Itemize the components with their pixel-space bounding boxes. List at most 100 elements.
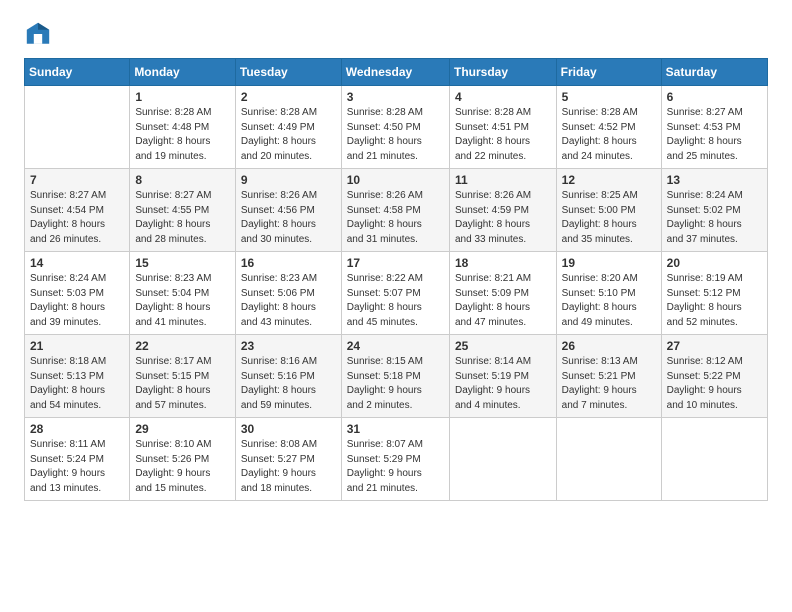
day-cell: 10 Sunrise: 8:26 AM Sunset: 4:58 PM Dayli… [341,169,449,252]
day-info: Sunrise: 8:12 AM Sunset: 5:22 PM Dayligh… [667,355,762,413]
day-info: Sunrise: 8:14 AM Sunset: 5:19 PM Dayligh… [455,355,551,413]
day-info: Sunrise: 8:20 AM Sunset: 5:10 PM Dayligh… [562,272,656,330]
day-number: 1 [135,90,230,104]
day-number: 21 [30,339,124,353]
day-cell [556,418,661,501]
page: SundayMondayTuesdayWednesdayThursdayFrid… [0,0,792,612]
day-number: 27 [667,339,762,353]
day-number: 17 [347,256,444,270]
day-info: Sunrise: 8:28 AM Sunset: 4:51 PM Dayligh… [455,106,551,164]
day-cell: 29 Sunrise: 8:10 AM Sunset: 5:26 PM Dayli… [130,418,236,501]
day-info: Sunrise: 8:16 AM Sunset: 5:16 PM Dayligh… [241,355,336,413]
day-number: 11 [455,173,551,187]
day-info: Sunrise: 8:21 AM Sunset: 5:09 PM Dayligh… [455,272,551,330]
day-info: Sunrise: 8:28 AM Sunset: 4:52 PM Dayligh… [562,106,656,164]
day-cell: 13Sunrise: 8:24 AM Sunset: 5:02 PM Dayli… [661,169,767,252]
day-number: 13 [667,173,762,187]
header-cell-thursday: Thursday [449,59,556,86]
day-info: Sunrise: 8:27 AM Sunset: 4:53 PM Dayligh… [667,106,762,164]
day-number: 19 [562,256,656,270]
day-info: Sunrise: 8:27 AM Sunset: 4:54 PM Dayligh… [30,189,124,247]
day-cell: 25 Sunrise: 8:14 AM Sunset: 5:19 PM Dayli… [449,335,556,418]
day-cell: 28Sunrise: 8:11 AM Sunset: 5:24 PM Dayli… [25,418,130,501]
day-number: 8 [135,173,230,187]
day-number: 9 [241,173,336,187]
day-info: Sunrise: 8:15 AM Sunset: 5:18 PM Dayligh… [347,355,444,413]
day-info: Sunrise: 8:28 AM Sunset: 4:48 PM Dayligh… [135,106,230,164]
day-info: Sunrise: 8:19 AM Sunset: 5:12 PM Dayligh… [667,272,762,330]
day-cell: 2Sunrise: 8:28 AM Sunset: 4:49 PM Daylig… [235,86,341,169]
header-cell-saturday: Saturday [661,59,767,86]
day-info: Sunrise: 8:23 AM Sunset: 5:04 PM Dayligh… [135,272,230,330]
week-row-1: 7 Sunrise: 8:27 AM Sunset: 4:54 PM Daylig… [25,169,768,252]
header-cell-wednesday: Wednesday [341,59,449,86]
day-cell: 18 Sunrise: 8:21 AM Sunset: 5:09 PM Dayli… [449,252,556,335]
day-number: 14 [30,256,124,270]
day-cell: 5 Sunrise: 8:28 AM Sunset: 4:52 PM Daylig… [556,86,661,169]
day-cell: 8 Sunrise: 8:27 AM Sunset: 4:55 PM Daylig… [130,169,236,252]
day-number: 26 [562,339,656,353]
day-number: 22 [135,339,230,353]
header-cell-monday: Monday [130,59,236,86]
day-info: Sunrise: 8:08 AM Sunset: 5:27 PM Dayligh… [241,438,336,496]
day-cell: 30Sunrise: 8:08 AM Sunset: 5:27 PM Dayli… [235,418,341,501]
day-number: 10 [347,173,444,187]
calendar-body: 1 Sunrise: 8:28 AM Sunset: 4:48 PM Daylig… [25,86,768,501]
day-number: 29 [135,422,230,436]
logo-icon [24,20,52,48]
week-row-3: 21 Sunrise: 8:18 AM Sunset: 5:13 PM Dayli… [25,335,768,418]
day-number: 15 [135,256,230,270]
day-info: Sunrise: 8:23 AM Sunset: 5:06 PM Dayligh… [241,272,336,330]
day-cell: 26Sunrise: 8:13 AM Sunset: 5:21 PM Dayli… [556,335,661,418]
day-info: Sunrise: 8:27 AM Sunset: 4:55 PM Dayligh… [135,189,230,247]
header-cell-tuesday: Tuesday [235,59,341,86]
day-info: Sunrise: 8:25 AM Sunset: 5:00 PM Dayligh… [562,189,656,247]
day-info: Sunrise: 8:18 AM Sunset: 5:13 PM Dayligh… [30,355,124,413]
day-number: 5 [562,90,656,104]
logo [24,20,56,48]
day-cell: 6 Sunrise: 8:27 AM Sunset: 4:53 PM Daylig… [661,86,767,169]
day-cell: 7 Sunrise: 8:27 AM Sunset: 4:54 PM Daylig… [25,169,130,252]
day-number: 6 [667,90,762,104]
day-info: Sunrise: 8:28 AM Sunset: 4:50 PM Dayligh… [347,106,444,164]
day-number: 25 [455,339,551,353]
day-cell: 11Sunrise: 8:26 AM Sunset: 4:59 PM Dayli… [449,169,556,252]
header-cell-friday: Friday [556,59,661,86]
day-cell: 3 Sunrise: 8:28 AM Sunset: 4:50 PM Daylig… [341,86,449,169]
day-cell: 20Sunrise: 8:19 AM Sunset: 5:12 PM Dayli… [661,252,767,335]
day-cell [25,86,130,169]
day-cell: 31Sunrise: 8:07 AM Sunset: 5:29 PM Dayli… [341,418,449,501]
day-number: 3 [347,90,444,104]
day-number: 18 [455,256,551,270]
day-number: 4 [455,90,551,104]
day-number: 12 [562,173,656,187]
day-number: 7 [30,173,124,187]
day-number: 16 [241,256,336,270]
header-cell-sunday: Sunday [25,59,130,86]
day-info: Sunrise: 8:26 AM Sunset: 4:56 PM Dayligh… [241,189,336,247]
day-cell: 19 Sunrise: 8:20 AM Sunset: 5:10 PM Dayli… [556,252,661,335]
day-cell: 9 Sunrise: 8:26 AM Sunset: 4:56 PM Daylig… [235,169,341,252]
week-row-2: 14 Sunrise: 8:24 AM Sunset: 5:03 PM Dayli… [25,252,768,335]
calendar-table: SundayMondayTuesdayWednesdayThursdayFrid… [24,58,768,501]
header [24,20,768,48]
week-row-0: 1 Sunrise: 8:28 AM Sunset: 4:48 PM Daylig… [25,86,768,169]
day-cell: 16 Sunrise: 8:23 AM Sunset: 5:06 PM Dayli… [235,252,341,335]
day-cell: 21 Sunrise: 8:18 AM Sunset: 5:13 PM Dayli… [25,335,130,418]
day-cell: 4 Sunrise: 8:28 AM Sunset: 4:51 PM Daylig… [449,86,556,169]
day-number: 31 [347,422,444,436]
day-cell: 23 Sunrise: 8:16 AM Sunset: 5:16 PM Dayli… [235,335,341,418]
day-info: Sunrise: 8:10 AM Sunset: 5:26 PM Dayligh… [135,438,230,496]
day-cell: 22 Sunrise: 8:17 AM Sunset: 5:15 PM Dayli… [130,335,236,418]
day-cell [449,418,556,501]
day-info: Sunrise: 8:26 AM Sunset: 4:58 PM Dayligh… [347,189,444,247]
day-cell [661,418,767,501]
day-number: 28 [30,422,124,436]
day-info: Sunrise: 8:24 AM Sunset: 5:03 PM Dayligh… [30,272,124,330]
day-number: 23 [241,339,336,353]
day-cell: 14 Sunrise: 8:24 AM Sunset: 5:03 PM Dayli… [25,252,130,335]
day-cell: 24Sunrise: 8:15 AM Sunset: 5:18 PM Dayli… [341,335,449,418]
calendar-header: SundayMondayTuesdayWednesdayThursdayFrid… [25,59,768,86]
day-info: Sunrise: 8:17 AM Sunset: 5:15 PM Dayligh… [135,355,230,413]
day-cell: 12 Sunrise: 8:25 AM Sunset: 5:00 PM Dayli… [556,169,661,252]
